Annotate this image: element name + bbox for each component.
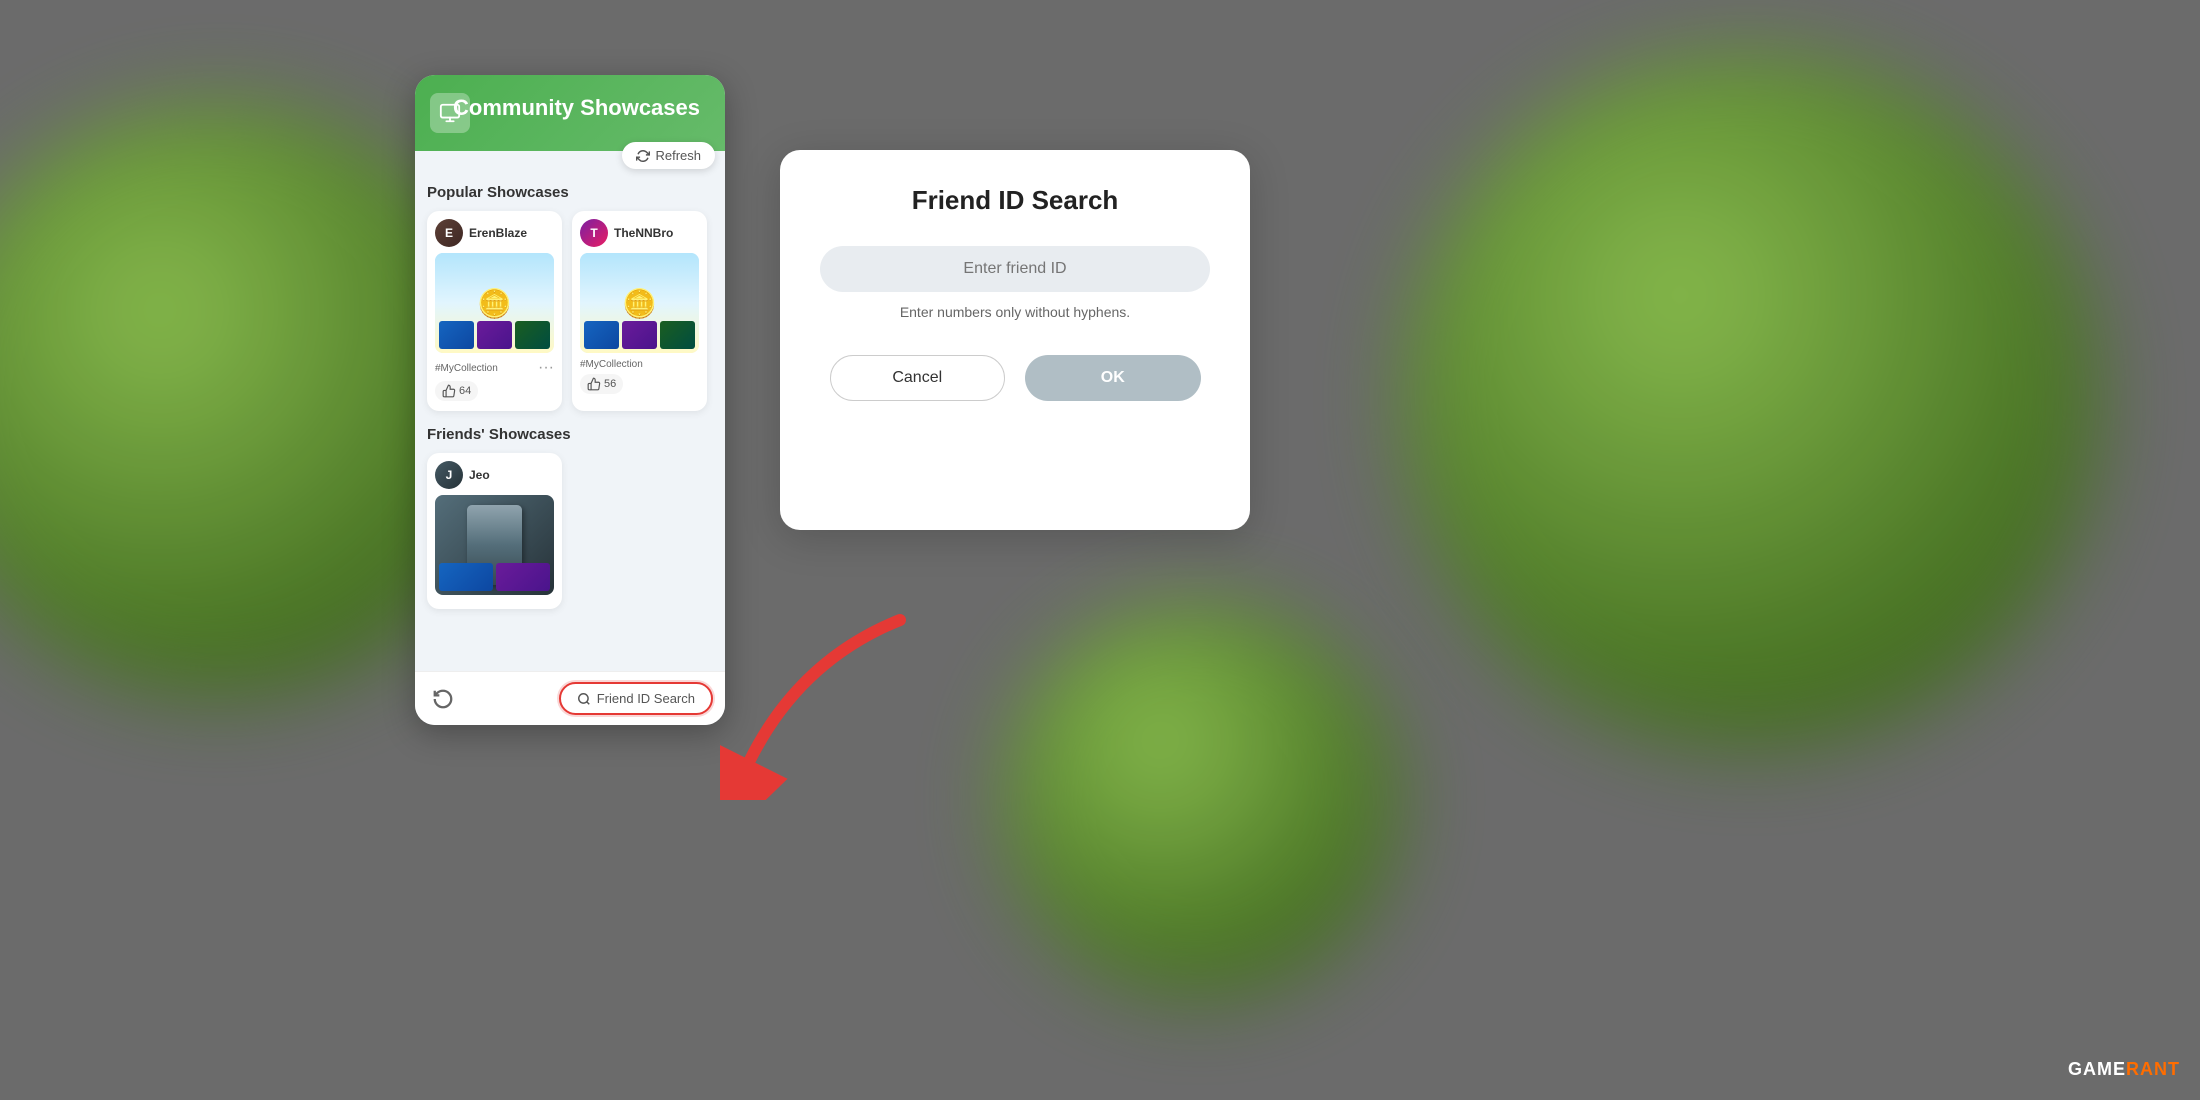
avatar-thennbro: T — [580, 219, 608, 247]
like-area-thennbro: 56 — [580, 374, 623, 394]
card-user-thennbro: T TheNNBro — [580, 219, 699, 247]
gamerant-game: GAME — [2068, 1059, 2126, 1079]
showcase-card-erenblaze: E ErenBlaze 🪙 #MyCollection — [427, 211, 562, 411]
more-options-btn[interactable]: ··· — [538, 359, 554, 377]
friends-section: Friends' Showcases J Jeo — [427, 426, 713, 609]
panel-content: Popular Showcases E ErenBlaze 🪙 — [415, 151, 725, 711]
modal-buttons: Cancel OK — [820, 355, 1210, 401]
friend-id-input[interactable] — [820, 246, 1210, 292]
mini-cards-jeo — [439, 563, 550, 591]
card-tag-erenblaze: #MyCollection — [435, 363, 498, 374]
like-area-erenblaze: 64 — [435, 381, 478, 401]
username-jeo: Jeo — [469, 468, 490, 482]
community-showcases-panel: Community Showcases Refresh Popular Show… — [415, 75, 725, 725]
red-arrow-container — [720, 600, 920, 800]
coin-icon-2: 🪙 — [622, 287, 657, 320]
avatar-erenblaze: E — [435, 219, 463, 247]
username-thennbro: TheNNBro — [614, 226, 673, 240]
mini-cards-row — [439, 321, 550, 349]
card-image-thennbro: 🪙 — [580, 253, 699, 353]
panel-bottom-bar: Friend ID Search — [415, 671, 725, 725]
panel-title: Community Showcases — [435, 95, 705, 121]
popular-showcases-title: Popular Showcases — [427, 184, 713, 201]
input-hint: Enter numbers only without hyphens. — [900, 304, 1130, 320]
panel-header: Community Showcases Refresh — [415, 75, 725, 151]
panel-header-icon — [430, 93, 470, 133]
mini-card-2 — [477, 321, 512, 349]
username-erenblaze: ErenBlaze — [469, 226, 527, 240]
friend-id-search-button[interactable]: Friend ID Search — [559, 682, 713, 715]
card-image-erenblaze: 🪙 — [435, 253, 554, 353]
meowth-bg: 🪙 — [435, 253, 554, 353]
card-user-erenblaze: E ErenBlaze — [435, 219, 554, 247]
card-image-jeo — [435, 495, 554, 595]
card-footer-erenblaze: #MyCollection ··· — [435, 359, 554, 377]
showcase-card-jeo: J Jeo — [427, 453, 562, 609]
mini-card-j2 — [496, 563, 550, 591]
showcase-card-thennbro: T TheNNBro 🪙 #MyCollection — [572, 211, 707, 411]
like-count-thennbro: 56 — [604, 378, 616, 390]
mini-card-t2 — [622, 321, 657, 349]
mini-card-3 — [515, 321, 550, 349]
meowth-bg-2: 🪙 — [580, 253, 699, 353]
coin-icon: 🪙 — [477, 287, 512, 320]
modal-cancel-button[interactable]: Cancel — [830, 355, 1006, 401]
mini-card-j1 — [439, 563, 493, 591]
mini-cards-row-2 — [584, 321, 695, 349]
panel-title-text: Community Showcases — [435, 95, 700, 121]
card-footer-thennbro: #MyCollection — [580, 359, 699, 370]
refresh-button[interactable]: Refresh — [622, 142, 715, 169]
friend-id-search-label: Friend ID Search — [597, 691, 695, 706]
gamerant-rant: RANT — [2126, 1059, 2180, 1079]
card-tag-thennbro: #MyCollection — [580, 359, 643, 370]
red-arrow — [720, 600, 940, 800]
modal-ok-button[interactable]: OK — [1025, 355, 1201, 401]
friend-id-modal: Friend ID Search Enter numbers only with… — [780, 150, 1250, 530]
bg-ball-right — [1400, 50, 2100, 750]
refresh-label: Refresh — [655, 148, 701, 163]
showcases-row: E ErenBlaze 🪙 #MyCollection — [427, 211, 713, 411]
friends-showcases-row: J Jeo — [427, 453, 713, 609]
mini-card-1 — [439, 321, 474, 349]
back-button[interactable] — [427, 683, 459, 715]
avatar-jeo: J — [435, 461, 463, 489]
mini-card-t1 — [584, 321, 619, 349]
friends-showcases-title: Friends' Showcases — [427, 426, 713, 443]
gamerant-logo: GAMERANT — [2068, 1059, 2180, 1080]
modal-title: Friend ID Search — [912, 185, 1119, 216]
card-user-jeo: J Jeo — [435, 461, 554, 489]
like-count-erenblaze: 64 — [459, 385, 471, 397]
bg-ball-right2 — [1000, 600, 1400, 1000]
modal-box: Friend ID Search Enter numbers only with… — [780, 150, 1250, 530]
mini-card-t3 — [660, 321, 695, 349]
